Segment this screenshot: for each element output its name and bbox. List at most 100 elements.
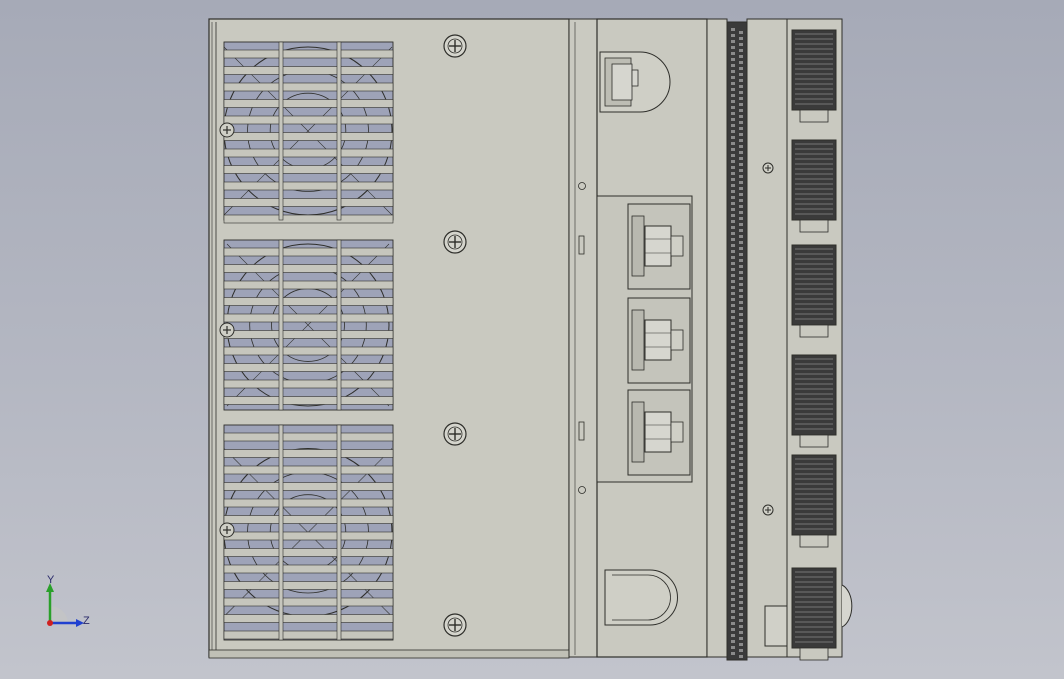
fin-vent bbox=[739, 433, 743, 436]
fin-vent bbox=[731, 304, 735, 307]
side-screw-icon bbox=[219, 122, 235, 138]
fin-vent bbox=[739, 343, 743, 346]
fin-vent bbox=[731, 154, 735, 157]
fin-vent bbox=[739, 127, 743, 130]
fin-vent bbox=[731, 64, 735, 67]
fin-vent bbox=[739, 349, 743, 352]
fin-vent bbox=[731, 130, 735, 133]
fin-vent bbox=[739, 79, 743, 82]
grille-slat bbox=[223, 132, 394, 141]
fin-vent bbox=[731, 256, 735, 259]
fin-vent bbox=[731, 208, 735, 211]
fin-vent bbox=[731, 94, 735, 97]
fin-vent bbox=[739, 517, 743, 520]
fin-vent bbox=[739, 601, 743, 604]
fin-vent bbox=[731, 406, 735, 409]
fin-vent bbox=[739, 55, 743, 58]
grille-slat bbox=[223, 148, 394, 158]
fin-vent bbox=[739, 355, 743, 358]
z-axis-label: Z bbox=[83, 615, 90, 627]
fin-vent bbox=[731, 280, 735, 283]
fin-vent bbox=[739, 463, 743, 466]
fin-vent bbox=[739, 313, 743, 316]
cad-viewport[interactable]: Y Z bbox=[0, 0, 1064, 679]
fin-vent bbox=[731, 622, 735, 625]
fin-vent bbox=[739, 49, 743, 52]
fin-vent bbox=[731, 574, 735, 577]
fin-vent bbox=[739, 397, 743, 400]
fin-vent bbox=[731, 364, 735, 367]
fin-vent bbox=[739, 97, 743, 100]
fin-vent bbox=[739, 37, 743, 40]
fin-vent bbox=[739, 373, 743, 376]
fin-vent bbox=[739, 67, 743, 70]
fin-block bbox=[791, 454, 837, 548]
grille-slat bbox=[223, 449, 394, 458]
fin-vent bbox=[739, 505, 743, 508]
fin-vent bbox=[739, 31, 743, 34]
fin-vent bbox=[731, 316, 735, 319]
fin-vent bbox=[739, 607, 743, 610]
fin-vent bbox=[739, 403, 743, 406]
fin-vent bbox=[731, 220, 735, 223]
fin-vent bbox=[731, 142, 735, 145]
grille-slat bbox=[223, 115, 394, 125]
fin-vent bbox=[731, 436, 735, 439]
panel-screw-icon bbox=[443, 613, 467, 637]
fin-vent bbox=[739, 265, 743, 268]
panel-screw-icon bbox=[443, 230, 467, 254]
panel-screw-icon bbox=[443, 34, 467, 58]
fin-vent bbox=[739, 181, 743, 184]
grille-bar bbox=[336, 239, 342, 411]
fin-vent bbox=[739, 253, 743, 256]
fin-vent bbox=[731, 346, 735, 349]
grille-slat bbox=[223, 181, 394, 191]
fin-vent bbox=[731, 178, 735, 181]
fin-vent bbox=[739, 235, 743, 238]
grille-slat bbox=[223, 363, 394, 372]
fin-vent bbox=[739, 529, 743, 532]
fin-vent bbox=[731, 298, 735, 301]
panel-separator bbox=[568, 18, 598, 658]
fin-vent bbox=[739, 193, 743, 196]
y-axis-label: Y bbox=[47, 574, 55, 586]
grille-slat bbox=[223, 66, 394, 75]
fin-vent bbox=[731, 598, 735, 601]
fin-vent bbox=[731, 28, 735, 31]
fin-vent bbox=[731, 196, 735, 199]
fin-vent bbox=[739, 139, 743, 142]
fin-vent bbox=[731, 184, 735, 187]
fin-vent bbox=[739, 241, 743, 244]
fin-vent bbox=[731, 70, 735, 73]
grille-slat bbox=[223, 297, 394, 306]
grille-slat bbox=[223, 330, 394, 339]
fin-vent bbox=[731, 616, 735, 619]
fin-vent bbox=[739, 487, 743, 490]
drive-unit-model[interactable] bbox=[0, 0, 1064, 679]
fin-vent bbox=[739, 283, 743, 286]
fin-vent bbox=[731, 562, 735, 565]
fin-vent bbox=[739, 133, 743, 136]
grille-slat bbox=[223, 198, 394, 207]
fin-vent bbox=[731, 340, 735, 343]
terminal-panel bbox=[596, 18, 708, 658]
fin-vent bbox=[739, 307, 743, 310]
fin-vent bbox=[731, 538, 735, 541]
fan-grille-1 bbox=[223, 41, 394, 224]
side-screw-icon bbox=[219, 322, 235, 338]
fin-vent bbox=[739, 247, 743, 250]
fin-vent bbox=[731, 244, 735, 247]
fin-vent bbox=[731, 262, 735, 265]
fin-vent bbox=[731, 352, 735, 355]
fin-vent bbox=[739, 481, 743, 484]
fin-vent bbox=[731, 310, 735, 313]
fin-vent bbox=[731, 448, 735, 451]
fin-vent bbox=[731, 496, 735, 499]
fin-vent bbox=[739, 319, 743, 322]
fin-vent bbox=[739, 511, 743, 514]
fin-clip bbox=[799, 434, 829, 448]
fin-vent bbox=[739, 115, 743, 118]
fin-vent bbox=[739, 205, 743, 208]
fin-vent bbox=[731, 412, 735, 415]
fin-vent bbox=[739, 445, 743, 448]
